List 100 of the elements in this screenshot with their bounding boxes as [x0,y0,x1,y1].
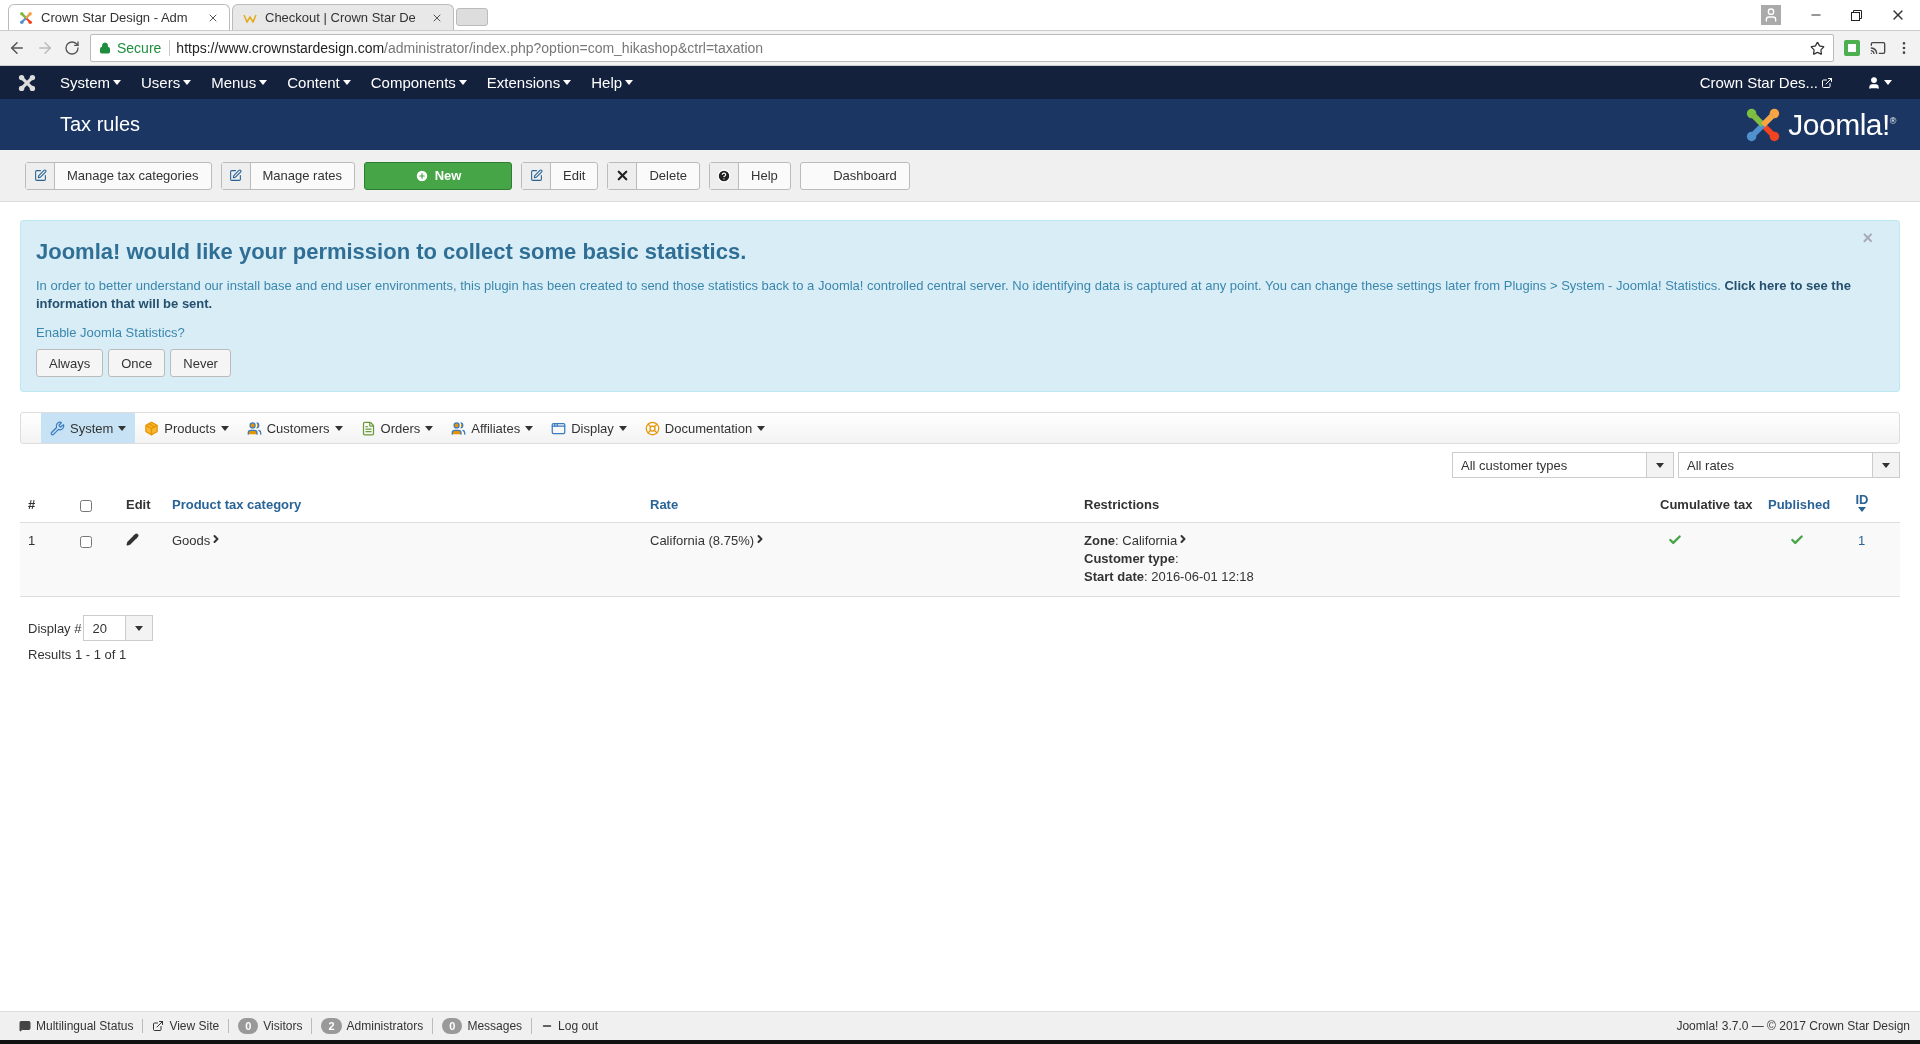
browser-tab[interactable]: Crown Star Design - Adm [8,4,230,30]
site-link[interactable]: Crown Star Des... [1689,74,1843,91]
cast-icon[interactable] [1870,40,1886,56]
nav-menu-item[interactable]: System [50,74,131,91]
reload-icon[interactable] [64,40,80,56]
site-favicon-icon [19,10,33,25]
external-link-icon [152,1020,165,1032]
choice-button[interactable]: Never [170,349,231,377]
count-badge: 0 [442,1018,463,1034]
box-icon [144,420,160,436]
caret-icon [1858,507,1866,512]
filter-select[interactable]: All rates [1678,452,1900,478]
caret-icon [563,80,572,85]
column-header: Edit [126,497,151,512]
edit-pencil-icon[interactable] [126,533,139,546]
people-icon [246,420,262,436]
status-link[interactable]: Log out [532,1019,608,1033]
caret-icon [118,425,127,431]
id-link[interactable]: 1 [1858,533,1866,548]
column-header: Restrictions [1084,497,1160,512]
alert-question: Enable Joomla Statistics? [36,325,186,340]
caret-icon [458,80,467,85]
caret-icon [259,80,268,85]
status-link[interactable]: 0 Visitors [229,1018,313,1034]
toolbar-button[interactable]: Edit [521,161,599,190]
lock-icon [99,42,111,54]
filter-select[interactable]: All customer types [1452,452,1674,478]
column-header: Cumulative tax [1660,497,1753,512]
toolbar-button[interactable]: Manage tax categories [25,161,212,190]
comment-icon [19,1020,31,1032]
toolbar-button[interactable]: Dashboard [799,161,910,190]
submenu-item[interactable]: Display [542,413,636,443]
nav-menu-item[interactable]: Menus [201,74,278,91]
status-link[interactable]: 2 Administrators [312,1018,434,1034]
submenu-item[interactable]: Affiliates [442,413,543,443]
page-title: Tax rules [60,113,141,136]
row-checkbox[interactable] [80,536,92,548]
caret-icon [425,425,434,431]
count-badge: 2 [321,1018,342,1034]
caret-icon [1882,462,1890,468]
results-count: Results 1 - 1 of 1 [27,646,128,664]
nav-menu-item[interactable]: Users [131,74,202,91]
document-icon [360,420,376,436]
restriction-line: Zone: California [1084,533,1178,548]
joomla-logo-icon[interactable] [18,73,36,92]
display-select[interactable]: 20 [83,615,154,641]
toolbar-button[interactable]: Help [709,161,791,190]
version-text: Joomla! 3.7.0 — © 2017 Crown Star Design [1676,1019,1910,1033]
toolbar-button[interactable]: Manage rates [220,161,356,190]
table-cell: Goods [172,533,211,548]
back-icon[interactable] [8,39,26,57]
brand-wordmark: Joomla!$^{®}$ [1788,107,1896,142]
column-header: # [28,497,36,512]
choice-button[interactable]: Once [108,349,166,377]
restriction-line: Customer type: [1084,551,1179,566]
caret-icon [135,625,144,631]
restriction-line: Start date: 2016-06-01 12:18 [1084,569,1254,584]
caret-icon [618,425,627,431]
people-icon [451,420,467,436]
help-icon [717,168,731,183]
submenu-item[interactable]: Customers [237,413,352,443]
submenu-item[interactable]: Orders [351,413,443,443]
external-link-icon [1821,76,1833,89]
caret-icon [1656,462,1664,468]
nav-menu-item[interactable]: Content [277,74,361,91]
submenu-item[interactable]: Documentation [635,413,775,443]
column-header[interactable]: Published [1768,497,1831,512]
column-header[interactable]: ID [1854,492,1870,512]
nav-menu-item[interactable]: Extensions [476,74,582,91]
caret-icon [220,425,229,431]
select-all-checkbox[interactable] [80,500,92,512]
submenu-item[interactable]: Products [135,413,238,443]
caret-icon [625,80,634,85]
caret-icon [525,425,534,431]
column-header[interactable]: Product tax category [172,497,302,512]
address-field[interactable]: Secure https://www.crownstardesign.com/administrator/index.php?option=com_hikashop&ctrl=taxation [90,34,1834,62]
window-icon [551,420,567,436]
caret-icon [183,80,192,85]
restore-icon[interactable] [1851,9,1862,21]
status-link[interactable]: View Site [143,1019,230,1033]
table-cell: California (8.75%) [650,533,755,548]
alert-title: Joomla! would like your permission to collect some basic statistics. [36,239,748,265]
nav-menu-item[interactable]: Help [581,74,644,91]
edit-icon [529,169,543,182]
display-label: Display # [28,620,82,636]
status-link[interactable]: 0 Messages [433,1018,533,1034]
status-link[interactable]: Multilingual Status [10,1019,144,1033]
alert-text: In order to better understand our install base and end user environments, this plugin has been created to send those statistics back to a Joomla! controlled central server. No identifying data is captured at any point. You can change these settings later from Plugins > System - Joomla! Statistics. Click here to see the information that will be sent. [36,277,1852,313]
toolbar-button[interactable]: Delete [607,161,700,190]
bookmark-star-icon[interactable] [1810,40,1825,56]
caret-icon [334,425,343,431]
choice-button[interactable]: Always [36,349,104,377]
nav-menu-item[interactable]: Components [360,74,477,91]
column-header[interactable]: Rate [650,497,679,512]
browser-tab[interactable]: Checkout | Crown Star De [232,4,454,30]
user-icon [1867,75,1881,90]
submenu-item[interactable]: System [41,413,136,443]
wrench-icon [50,420,65,436]
caret-icon [1884,80,1892,85]
check-icon[interactable] [1790,533,1804,547]
